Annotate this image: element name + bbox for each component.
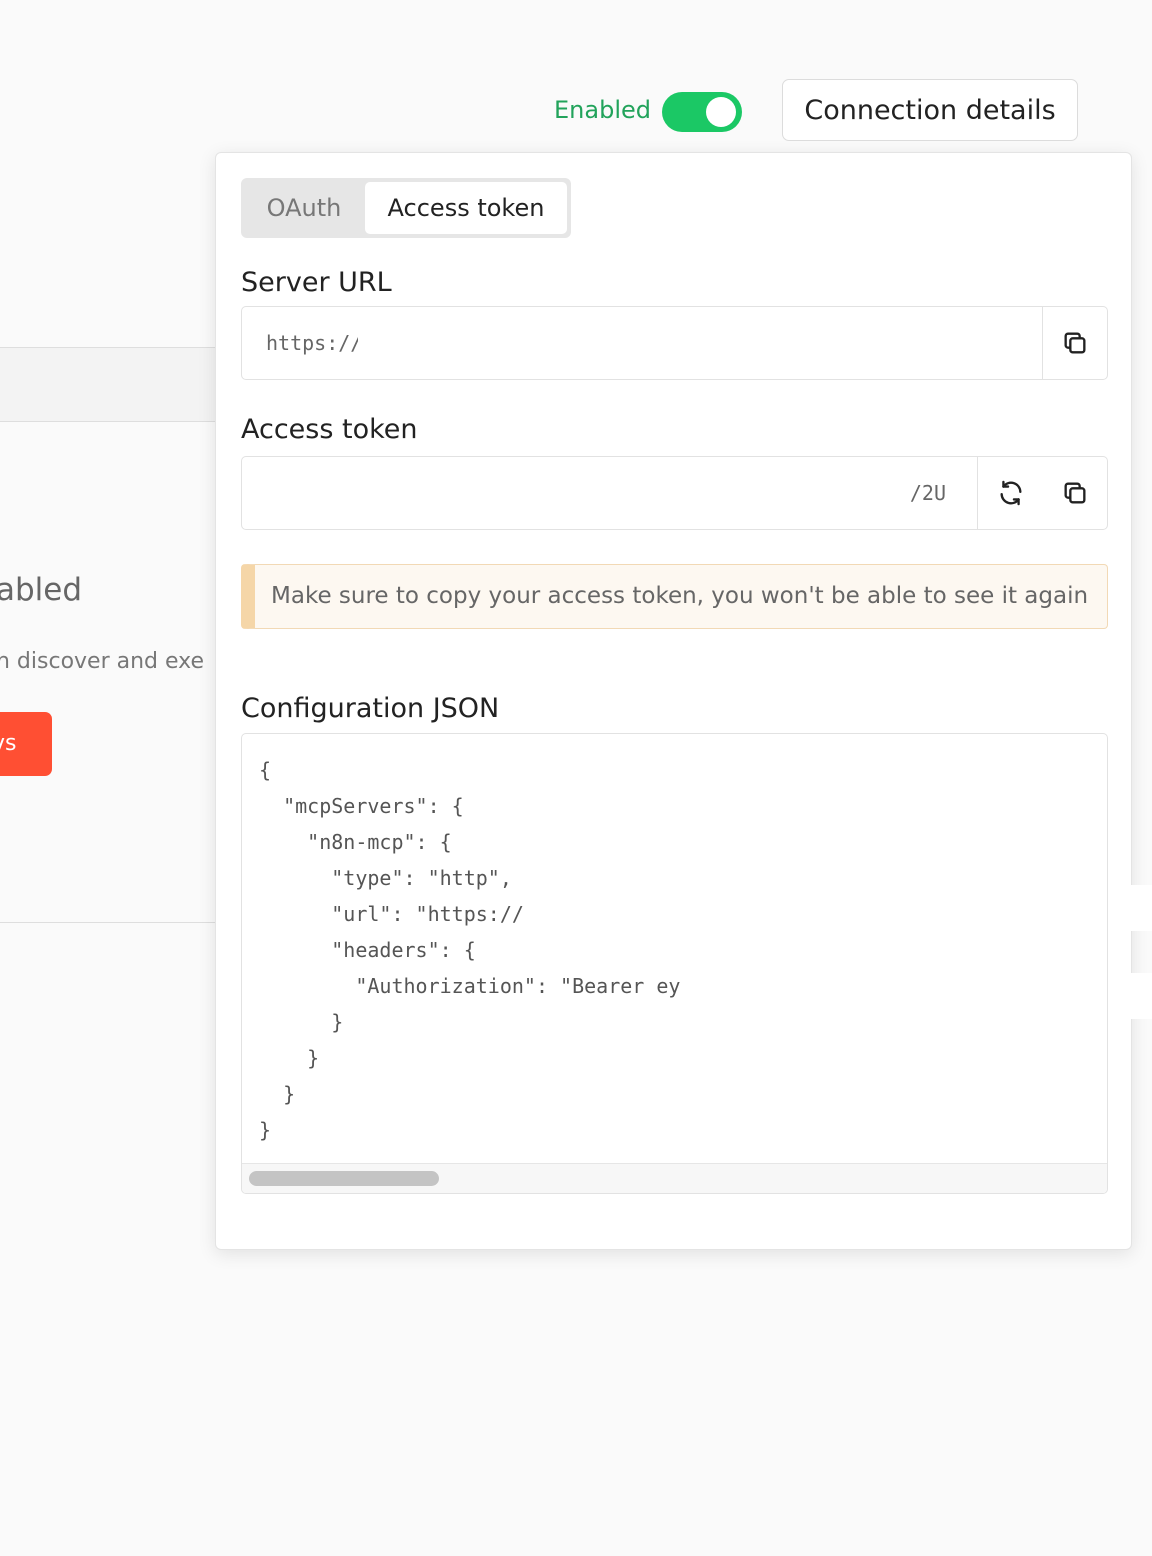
bg-cta-button[interactable]: vs xyxy=(0,712,52,776)
refresh-icon xyxy=(1000,480,1022,506)
connection-details-button[interactable]: Connection details xyxy=(782,79,1078,141)
configuration-json-code: { "mcpServers": { "n8n-mcp": { "type": "… xyxy=(259,752,699,1148)
code-line: "n8n-mcp": { xyxy=(259,830,452,854)
horizontal-scrollbar[interactable] xyxy=(242,1163,1107,1193)
bg-divider-bottom xyxy=(0,922,216,923)
access-token-value[interactable]: /2U xyxy=(906,457,946,529)
code-line: } xyxy=(259,1118,272,1142)
configuration-json-label: Configuration JSON xyxy=(241,693,500,724)
edge-patch xyxy=(1108,885,1152,931)
copy-access-token-button[interactable] xyxy=(1043,457,1107,529)
server-url-label: Server URL xyxy=(241,267,392,298)
token-warning-callout: Make sure to copy your access token, you… xyxy=(241,564,1108,629)
bg-section-description: n discover and exe xyxy=(0,649,205,674)
code-line: } xyxy=(259,1010,344,1034)
access-token-label: Access token xyxy=(241,414,418,445)
bg-cta-label: vs xyxy=(0,731,17,756)
tab-access-token[interactable]: Access token xyxy=(365,182,567,234)
connection-details-popover: OAuth Access token Server URL https:// A… xyxy=(215,152,1132,1250)
access-token-separator xyxy=(977,457,978,529)
configuration-json-box[interactable]: { "mcpServers": { "n8n-mcp": { "type": "… xyxy=(241,733,1108,1194)
code-line: } xyxy=(259,1046,320,1070)
server-url-value[interactable]: https:// xyxy=(266,307,358,379)
copy-icon xyxy=(1064,482,1086,504)
edge-patch xyxy=(1108,973,1152,1019)
code-line: "headers": { xyxy=(259,938,476,962)
enabled-toggle[interactable] xyxy=(662,92,742,132)
auth-tabs: OAuth Access token xyxy=(241,178,571,238)
bg-divider-mid xyxy=(0,421,216,422)
bg-row-band xyxy=(0,348,216,421)
toggle-knob xyxy=(706,97,736,127)
regenerate-token-button[interactable] xyxy=(979,457,1043,529)
code-line: "type": "http", xyxy=(259,866,512,890)
code-line: } xyxy=(259,1082,296,1106)
code-line: { xyxy=(259,758,272,782)
scrollbar-thumb[interactable] xyxy=(249,1171,439,1186)
copy-server-url-button[interactable] xyxy=(1043,307,1107,379)
enabled-label: Enabled xyxy=(554,96,651,124)
server-url-field: https:// xyxy=(241,306,1108,380)
tab-oauth[interactable]: OAuth xyxy=(245,182,363,234)
code-line: "Authorization": "Bearer ey xyxy=(259,974,681,998)
code-line: "url": "https:// xyxy=(259,902,524,926)
bg-section-title: abled xyxy=(0,572,83,608)
access-token-field: /2U xyxy=(241,456,1108,530)
code-line: "mcpServers": { xyxy=(259,794,464,818)
copy-icon xyxy=(1064,332,1086,354)
